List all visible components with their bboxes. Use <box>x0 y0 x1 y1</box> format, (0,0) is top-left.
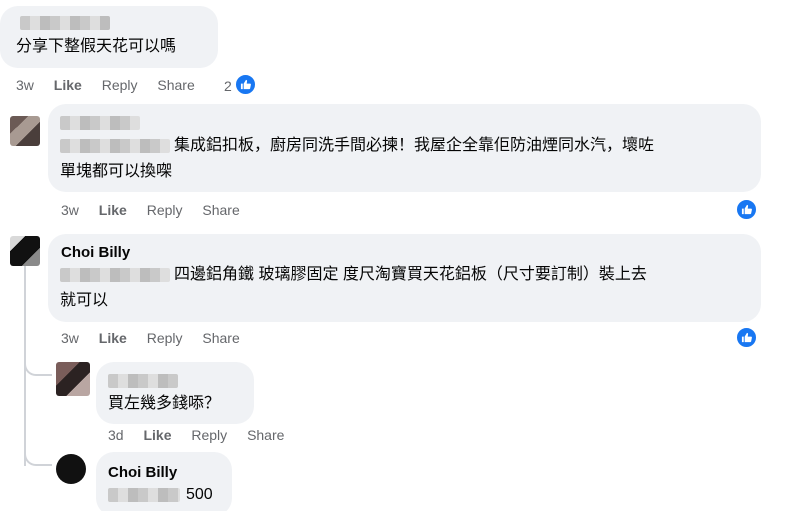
comment-text: 500 <box>108 482 213 508</box>
reply-button[interactable]: Reply <box>191 427 227 443</box>
thread-connector <box>24 362 52 376</box>
comment-actions: 3d Like Reply Share <box>108 427 300 443</box>
share-button[interactable]: Share <box>157 77 194 93</box>
comment-text-line: 500 <box>186 486 213 503</box>
comment-text-line: 就可以 <box>60 292 109 309</box>
comment-actions: 3w Like Reply Share <box>61 202 256 218</box>
timestamp[interactable]: 3w <box>16 77 34 93</box>
avatar[interactable] <box>56 362 90 396</box>
share-button[interactable]: Share <box>202 202 239 218</box>
comment-text: 分享下整假天花可以嗎 <box>16 34 176 60</box>
like-button[interactable]: Like <box>99 330 127 346</box>
commenter-name-blurred <box>20 14 110 31</box>
comment-text-line: 分享下整假天花可以嗎 <box>16 38 177 55</box>
share-button[interactable]: Share <box>247 427 284 443</box>
reply-button[interactable]: Reply <box>102 77 138 93</box>
like-thumb-icon[interactable] <box>234 73 257 96</box>
blurred-name <box>20 16 110 31</box>
timestamp[interactable]: 3w <box>61 202 79 218</box>
blurred-mention <box>60 138 170 153</box>
comment-text: 集成鋁扣板，廚房同洗手間必揀！我屋企全靠佢防油煙同水汽，壞咗 單塊都可以換㗎 <box>60 133 654 185</box>
reaction-count[interactable]: 2 <box>224 78 232 94</box>
comment-text: 買左幾多錢㖭？ <box>108 391 220 417</box>
share-button[interactable]: Share <box>202 330 239 346</box>
thread-connector <box>24 452 52 466</box>
avatar[interactable] <box>56 454 86 484</box>
thread-line <box>24 266 26 376</box>
comment-text-line: 買左幾多錢㖭？ <box>108 395 221 412</box>
comment-actions: 3w Like Reply Share <box>61 330 256 346</box>
blurred-mention <box>108 487 180 502</box>
timestamp[interactable]: 3w <box>61 330 79 346</box>
commenter-name-blurred <box>108 372 178 389</box>
commenter-name-blurred <box>60 114 140 131</box>
avatar[interactable] <box>10 236 40 266</box>
reply-button[interactable]: Reply <box>147 330 183 346</box>
comment-text-line: 集成鋁扣板，廚房同洗手間必揀！我屋企全靠佢防油煙同水汽，壞咗 <box>174 137 655 154</box>
like-button[interactable]: Like <box>143 427 171 443</box>
comment-text-line: 四邊鋁角鐵 玻璃膠固定 度尺淘寶買天花鋁板（尺寸要訂制）裝上去 <box>174 266 647 283</box>
like-button[interactable]: Like <box>99 202 127 218</box>
reply-button[interactable]: Reply <box>147 202 183 218</box>
blurred-name <box>60 116 140 131</box>
like-thumb-icon[interactable] <box>735 198 758 221</box>
timestamp[interactable]: 3d <box>108 427 124 443</box>
commenter-name[interactable]: Choi Billy <box>61 244 130 261</box>
comment-text-line: 單塊都可以換㗎 <box>60 163 173 180</box>
blurred-name <box>108 374 178 389</box>
commenter-name[interactable]: Choi Billy <box>108 464 177 481</box>
comment-actions: 3w Like Reply Share <box>16 77 211 93</box>
blurred-mention <box>60 267 170 282</box>
like-button[interactable]: Like <box>54 77 82 93</box>
avatar[interactable] <box>10 116 40 146</box>
like-thumb-icon[interactable] <box>735 326 758 349</box>
comment-text: 四邊鋁角鐵 玻璃膠固定 度尺淘寶買天花鋁板（尺寸要訂制）裝上去 就可以 <box>60 262 647 314</box>
